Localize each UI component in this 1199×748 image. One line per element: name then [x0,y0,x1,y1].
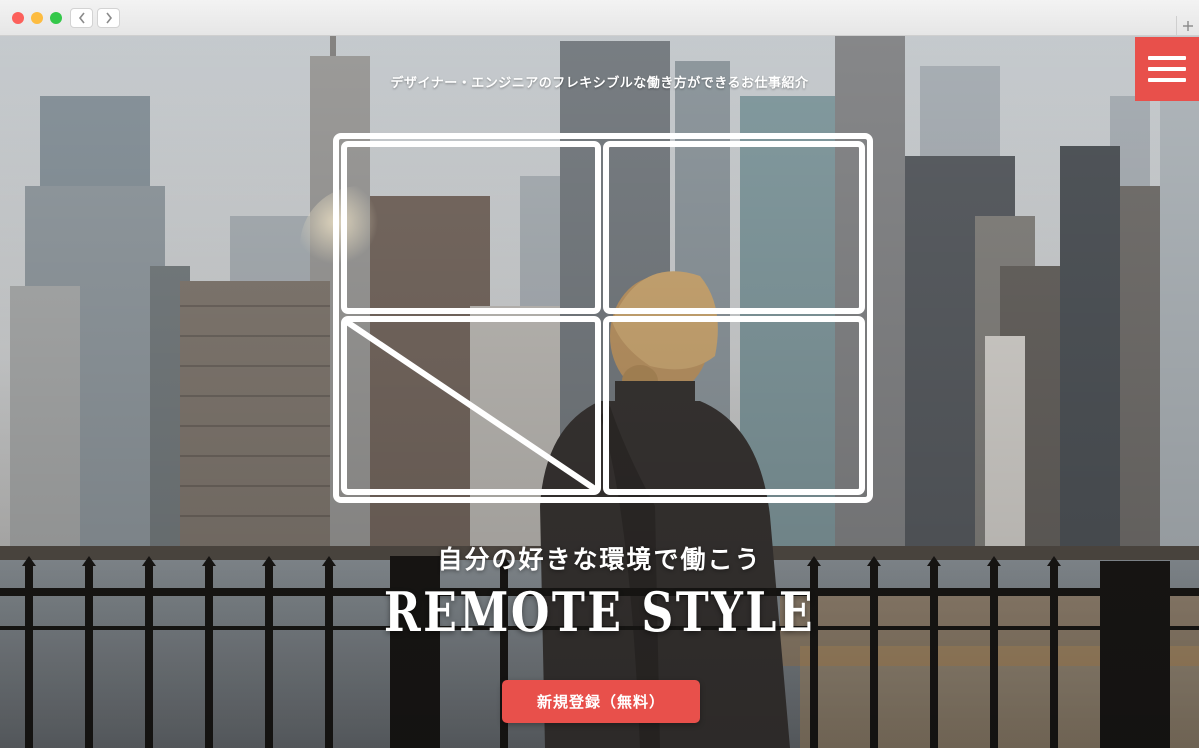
brand-title: REMOTE STYLE [383,580,816,644]
minimize-window-button[interactable] [31,12,43,24]
register-free-button[interactable]: 新規登録（無料） [502,680,700,723]
hero-section: デザイナー・エンジニアのフレキシブルな働き方ができるお仕事紹介 自分の好きな環境… [0,36,1199,748]
chevron-left-icon [78,12,85,24]
site-tagline: デザイナー・エンジニアのフレキシブルな働き方ができるお仕事紹介 [390,76,809,91]
remote-style-logo-mark [333,133,873,503]
hamburger-menu-icon-bar [1148,67,1186,71]
plus-icon [1183,21,1193,31]
hamburger-menu-icon [1148,56,1186,60]
chevron-right-icon [105,12,112,24]
close-window-button[interactable] [12,12,24,24]
browser-toolbar [0,0,1199,36]
forward-button[interactable] [97,8,120,28]
browser-window: デザイナー・エンジニアのフレキシブルな働き方ができるお仕事紹介 自分の好きな環境… [0,0,1199,748]
hero-subtitle: 自分の好きな環境で働こう [437,545,762,574]
back-button[interactable] [70,8,93,28]
zoom-window-button[interactable] [50,12,62,24]
hamburger-menu-icon-bar [1148,78,1186,82]
menu-button[interactable] [1135,37,1199,101]
new-tab-button[interactable] [1176,16,1199,36]
